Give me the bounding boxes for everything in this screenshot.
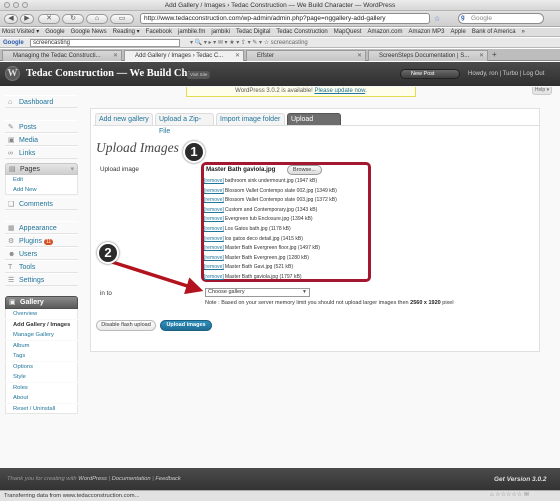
- footer-wordpress-link[interactable]: WordPress: [78, 476, 107, 482]
- callout-2-arrow: [111, 260, 204, 295]
- footer-credits: Thank you for creating with WordPress | …: [7, 476, 181, 482]
- callout-arrow-layer: [111, 260, 204, 295]
- footer-documentation-link[interactable]: Documentation: [112, 476, 151, 482]
- footer-feedback-link[interactable]: Feedback: [155, 476, 180, 482]
- wp-footer: Thank you for creating with WordPress | …: [0, 468, 560, 490]
- callout-1-marker: 1: [183, 141, 205, 163]
- callout-2-marker: 2: [97, 242, 119, 264]
- footer-thanks: Thank you for creating with: [7, 476, 79, 482]
- footer-version-link[interactable]: Get Version 3.0.2: [494, 476, 547, 483]
- status-bar-icons: ⌂ ☆☆☆☆☆ ✉: [490, 492, 529, 498]
- browser-status-bar: Transferring data from www.tedacconstruc…: [0, 490, 560, 501]
